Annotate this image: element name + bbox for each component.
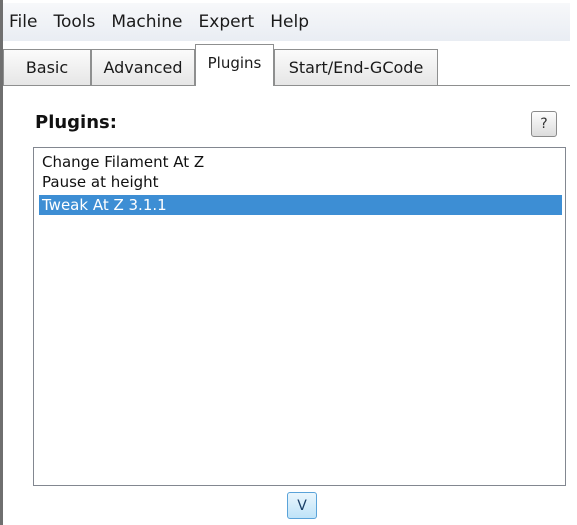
list-item-pause-at-height[interactable]: Pause at height (39, 172, 562, 192)
menu-expert[interactable]: Expert (191, 7, 263, 37)
menu-bar: File Tools Machine Expert Help (3, 3, 570, 41)
move-down-button[interactable]: V (287, 492, 317, 519)
menu-machine[interactable]: Machine (103, 7, 190, 37)
app-window: File Tools Machine Expert Help Basic Adv… (0, 0, 577, 525)
plugins-heading: Plugins: (35, 112, 117, 133)
help-icon: ? (540, 116, 548, 132)
tab-advanced[interactable]: Advanced (91, 49, 195, 85)
tab-start-end-gcode[interactable]: Start/End-GCode (274, 49, 438, 85)
tab-basic[interactable]: Basic (3, 49, 91, 85)
menu-help[interactable]: Help (262, 7, 317, 37)
chevron-down-icon: V (297, 497, 307, 514)
help-button[interactable]: ? (531, 111, 557, 137)
list-item-tweak-at-z[interactable]: Tweak At Z 3.1.1 (39, 195, 562, 215)
list-item-change-filament[interactable]: Change Filament At Z (39, 152, 562, 172)
plugins-list[interactable]: Change Filament At Z Pause at height Twe… (33, 147, 566, 486)
menu-file[interactable]: File (3, 7, 45, 37)
tab-plugins[interactable]: Plugins (195, 44, 274, 86)
menu-tools[interactable]: Tools (45, 7, 103, 37)
